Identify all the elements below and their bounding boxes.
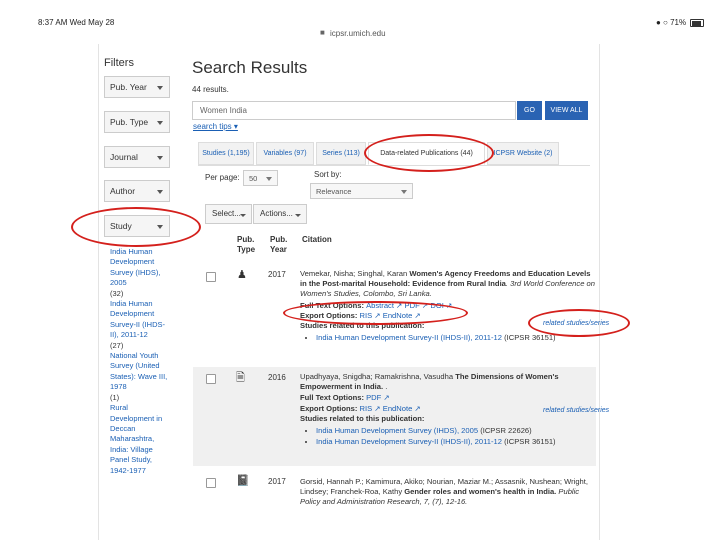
select-label: Select... xyxy=(212,209,241,218)
pub-year: 2017 xyxy=(268,270,286,279)
citation-source: . xyxy=(383,382,388,392)
conference-icon: ♟ xyxy=(237,269,247,281)
list-item: India Human Development Survey (IHDS), 2… xyxy=(316,426,596,436)
filter-label: Pub. Type xyxy=(110,117,149,127)
study-filter-link[interactable]: India Human Development Survey-II (IHDS-… xyxy=(110,299,165,339)
search-tips-link[interactable]: search tips ▾ xyxy=(193,122,238,131)
tab-variables[interactable]: Variables (97) xyxy=(256,142,314,165)
filters-title: Filters xyxy=(104,57,134,69)
caret-down-icon xyxy=(157,86,163,90)
view-all-button[interactable]: VIEW ALL xyxy=(545,101,588,120)
citation-authors: Upadhyaya, Snigdha; Ramakrishna, Vasudha xyxy=(300,372,456,381)
page-title: Search Results xyxy=(192,58,308,77)
caret-down-icon xyxy=(157,190,163,194)
pub-year: 2017 xyxy=(268,477,286,486)
list-item[interactable]: India Human Development Survey (IHDS), 2… xyxy=(110,247,172,299)
related-study-link[interactable]: India Human Development Survey-II (IHDS-… xyxy=(316,437,502,446)
citation-title[interactable]: Gender roles and women's health in India… xyxy=(404,487,556,496)
study-filter-link[interactable]: Rural Development in Deccan Maharashtra,… xyxy=(110,403,162,474)
full-text-options-label: Full Text Options: xyxy=(300,393,367,403)
caret-down-icon xyxy=(266,177,272,181)
row-checkbox[interactable] xyxy=(206,478,216,488)
document-icon: 🗎 xyxy=(236,372,245,384)
study-filter-link[interactable]: National Youth Survey (United States): W… xyxy=(110,351,167,391)
column-header-citation[interactable]: Citation xyxy=(302,235,332,245)
caret-down-icon xyxy=(157,156,163,160)
study-filter-count: (32) xyxy=(110,288,124,298)
list-item: India Human Development Survey-II (IHDS-… xyxy=(316,437,596,447)
annotation-circle-publications-tab xyxy=(364,134,494,172)
pub-year: 2016 xyxy=(268,373,286,382)
filter-journal-button[interactable]: Journal xyxy=(104,146,170,168)
filter-label: Author xyxy=(110,186,136,196)
select-dropdown-button[interactable]: Select... xyxy=(205,204,252,224)
go-button[interactable]: GO xyxy=(517,101,542,120)
endnote-link[interactable]: EndNote ↗ xyxy=(383,404,421,413)
device-status-bar: 8:37 AM Wed May 28 ■ icpsr.umich.edu ● ○… xyxy=(0,0,720,42)
row-checkbox[interactable] xyxy=(206,374,216,384)
list-item[interactable]: India Human Development Survey-II (IHDS-… xyxy=(110,299,172,351)
tab-icpsr-website[interactable]: ICPSR Website (2) xyxy=(487,142,559,165)
annotation-circle-related-studies xyxy=(528,309,630,337)
lock-icon: ■ xyxy=(320,28,325,37)
journal-article-icon: 📓 xyxy=(236,475,250,487)
study-filter-list: India Human Development Survey (IHDS), 2… xyxy=(110,247,172,476)
per-page-label: Per page: xyxy=(205,173,240,182)
citation-authors: Vemekar, Nisha; Singhal, Karan xyxy=(300,269,410,278)
study-filter-count: (1) xyxy=(110,392,120,402)
list-item[interactable]: Rural Development in Deccan Maharashtra,… xyxy=(110,403,172,476)
study-filter-count: (27) xyxy=(110,340,124,350)
status-indicators: ● ○ 71% xyxy=(656,18,687,27)
ris-link[interactable]: RIS ↗ xyxy=(359,404,380,413)
caret-down-icon xyxy=(295,214,301,217)
related-study-id: (ICPSR 22626) xyxy=(478,426,532,436)
status-time: 8:37 AM Wed May 28 xyxy=(38,18,115,27)
per-page-select[interactable]: 50 xyxy=(243,170,278,186)
battery-icon xyxy=(690,19,704,27)
pdf-link[interactable]: PDF ↗ xyxy=(366,393,390,402)
caret-down-icon xyxy=(157,121,163,125)
actions-dropdown-button[interactable]: Actions... xyxy=(253,204,307,224)
filter-pub-type-button[interactable]: Pub. Type xyxy=(104,111,170,133)
related-study-id: (ICPSR 36151) xyxy=(501,333,556,343)
per-page-value: 50 xyxy=(249,174,258,183)
export-options-label: Export Options: xyxy=(300,403,360,413)
related-studies-label: Studies related to this publication: xyxy=(300,413,425,423)
results-count: 44 results. xyxy=(192,85,229,94)
related-studies-series-link[interactable]: related studies/series xyxy=(543,407,609,414)
filter-label: Pub. Year xyxy=(110,82,147,92)
filter-author-button[interactable]: Author xyxy=(104,180,170,202)
filter-label: Journal xyxy=(110,152,138,162)
column-header-pub-year[interactable]: Pub. Year xyxy=(270,235,294,255)
related-study-link[interactable]: India Human Development Survey (IHDS), 2… xyxy=(316,426,478,435)
annotation-circle-study-filter xyxy=(71,207,201,247)
tab-studies[interactable]: Studies (1,195) xyxy=(198,142,254,165)
column-header-pub-type[interactable]: Pub. Type xyxy=(237,235,263,255)
sort-value: Relevance xyxy=(316,187,352,196)
caret-down-icon xyxy=(240,214,246,217)
actions-label: Actions... xyxy=(260,209,293,218)
search-input[interactable]: Women India xyxy=(192,101,516,120)
related-study-link[interactable]: India Human Development Survey-II (IHDS-… xyxy=(316,333,502,342)
study-filter-link[interactable]: India Human Development Survey (IHDS), 2… xyxy=(110,247,160,287)
caret-down-icon xyxy=(401,190,407,194)
tab-series[interactable]: Series (113) xyxy=(316,142,366,165)
row-checkbox[interactable] xyxy=(206,272,216,282)
citation: Gorsid, Hannah P.; Kamimura, Akiko; Nour… xyxy=(300,477,596,508)
related-studies-list: India Human Development Survey (IHDS), 2… xyxy=(300,426,596,447)
sort-by-label: Sort by: xyxy=(314,170,342,179)
list-item[interactable]: National Youth Survey (United States): W… xyxy=(110,351,172,403)
annotation-circle-full-text-options xyxy=(283,301,468,325)
filter-pub-year-button[interactable]: Pub. Year xyxy=(104,76,170,98)
related-study-id: (ICPSR 36151) xyxy=(501,437,556,447)
address-bar-url[interactable]: icpsr.umich.edu xyxy=(330,29,386,38)
sort-by-select[interactable]: Relevance xyxy=(310,183,413,199)
